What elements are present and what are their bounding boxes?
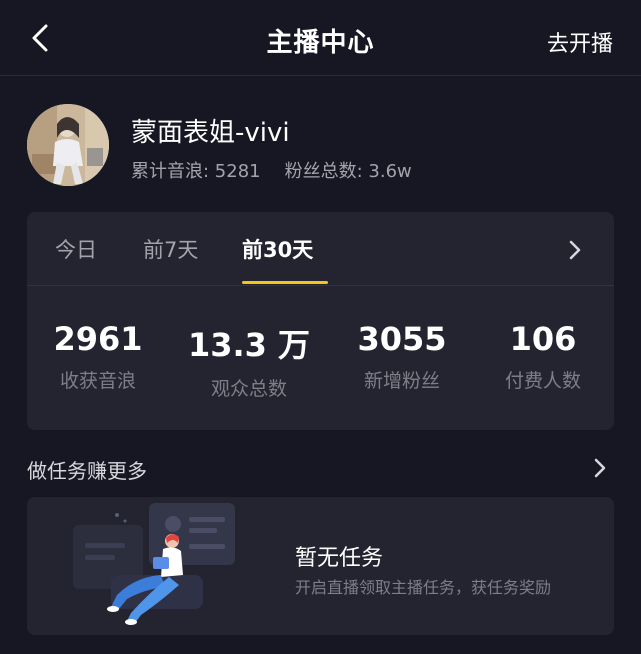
- metric-value: 106: [509, 320, 577, 358]
- chevron-right-icon: [594, 458, 606, 478]
- period-tabs: 今日 前7天 前30天: [27, 212, 614, 286]
- anchor-name: 蒙面表姐-vivi: [131, 118, 290, 148]
- metric-paying-users: 106 付费人数: [473, 320, 613, 393]
- tasks-section-title[interactable]: 做任务赚更多: [27, 455, 147, 484]
- metric-sound-wave: 2961 收获音浪: [28, 320, 168, 393]
- metric-label: 付费人数: [504, 370, 581, 392]
- metric-value: 2961: [53, 320, 143, 358]
- empty-tasks-title: 暂无任务: [295, 546, 384, 571]
- active-tab-indicator: [242, 281, 328, 284]
- header-bar: 主播中心 去开播: [0, 0, 641, 76]
- metric-label: 新增粉丝: [363, 370, 440, 392]
- tab-30-days[interactable]: 前30天: [242, 234, 313, 264]
- total-fans: 粉丝总数: 3.6w: [284, 161, 412, 182]
- metric-value: 3055: [357, 320, 447, 358]
- chevron-right-icon: [569, 240, 581, 260]
- metric-label: 收获音浪: [59, 370, 136, 392]
- tab-7-days[interactable]: 前7天: [143, 234, 198, 264]
- avatar-photo: [27, 104, 109, 186]
- metric-new-fans: 3055 新增粉丝: [332, 320, 472, 393]
- stats-card: 今日 前7天 前30天 2961 收获音浪 13.3 万 观众总数 3055 新…: [27, 212, 614, 430]
- total-sound-wave: 累计音浪: 5281: [131, 161, 261, 182]
- tabs-more-button[interactable]: [568, 238, 590, 264]
- tasks-more-button[interactable]: [593, 456, 613, 482]
- metric-value: 13.3 万: [187, 326, 311, 364]
- metric-viewers: 13.3 万 观众总数: [179, 320, 319, 401]
- profile-stats: 累计音浪: 5281 粉丝总数: 3.6w: [131, 157, 412, 183]
- empty-tasks-illustration: [73, 503, 235, 625]
- metric-label: 观众总数: [210, 378, 287, 400]
- tab-today[interactable]: 今日: [55, 234, 97, 264]
- page-title: 主播中心: [266, 28, 375, 58]
- go-live-button[interactable]: 去开播: [547, 26, 613, 58]
- anchor-center-page: 主播中心 去开播 蒙面表姐-vivi 累计音浪: 5281 粉丝总数: 3.6w …: [0, 0, 641, 654]
- tasks-empty-card: 暂无任务 开启直播领取主播任务，获任务奖励: [27, 497, 614, 635]
- empty-tasks-subtitle: 开启直播领取主播任务，获任务奖励: [295, 578, 552, 597]
- avatar[interactable]: [27, 104, 109, 186]
